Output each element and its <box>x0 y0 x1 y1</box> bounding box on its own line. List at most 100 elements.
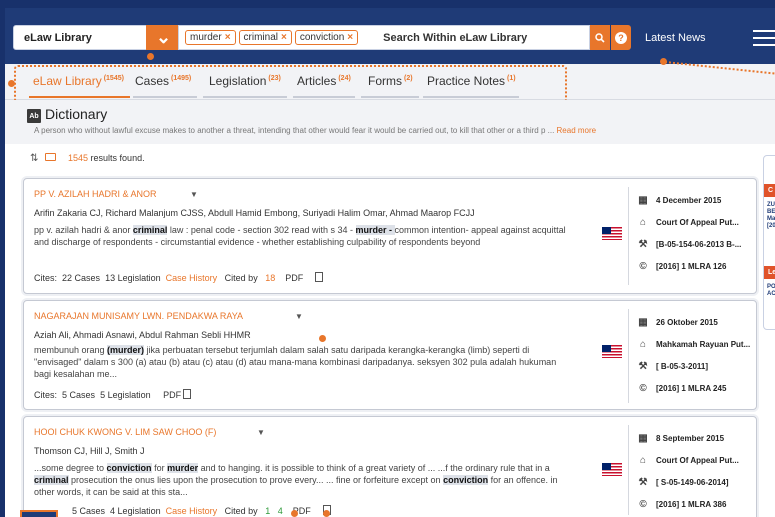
search-input[interactable]: murder × criminal × conviction × Search Wit… <box>178 25 590 50</box>
dictionary-definition: A person who without lawful excuse makes… <box>34 126 597 135</box>
divider <box>628 425 629 515</box>
case-court: Court Of Appeal Put... <box>656 455 739 465</box>
annotation-dot <box>147 53 154 60</box>
search-chip-criminal[interactable]: criminal × <box>238 30 292 45</box>
case-snippet: ...some degree to conviction for murder … <box>34 463 558 497</box>
case-meta: ▦ 4 December 2015 ⌂ Court Of Appeal Put...… <box>636 189 756 277</box>
case-date: 4 December 2015 <box>656 195 722 205</box>
cited-by-count[interactable]: 4 <box>278 506 283 516</box>
result-card[interactable]: HOOI CHUK KWONG V. LIM SAW CHOO (F) ▼ Th… <box>23 416 757 517</box>
annotation-dot <box>291 510 298 517</box>
cited-by-label: Cited by <box>224 506 258 516</box>
case-title-link[interactable]: NAGARAJAN MUNISAMY LWN. PENDAKWA RAYA <box>34 311 243 321</box>
gavel-icon: ⚒ <box>638 360 648 372</box>
cites-legislation-link[interactable]: 5 Legislation <box>100 390 151 400</box>
cited-by-label: Cited by <box>224 273 258 283</box>
cited-by-count[interactable]: 18 <box>265 273 275 283</box>
results-count: 1545 results found. <box>68 153 145 163</box>
case-snippet: membunuh orang (murder) jika perbuatan t… <box>34 345 557 379</box>
hamburger-menu-icon[interactable] <box>753 30 775 46</box>
case-citation: [2016] 1 MLRA 386 <box>656 499 727 509</box>
calendar-icon: ▦ <box>638 432 648 444</box>
cites-cases-link[interactable]: 22 Cases <box>62 273 100 283</box>
annotation-dot <box>8 80 15 87</box>
folder-icon[interactable] <box>45 153 56 161</box>
library-select-label: eLaw Library <box>24 32 92 44</box>
case-title-link[interactable]: HOOI CHUK KWONG V. LIM SAW CHOO (F) <box>34 427 216 437</box>
dictionary-title: Dictionary <box>45 106 108 122</box>
help-button[interactable]: ? <box>611 25 631 50</box>
annotation-box <box>20 510 58 517</box>
case-number: [ B-05-3-2011] <box>656 361 709 371</box>
cites-cases-link[interactable]: 5 Cases <box>72 506 105 516</box>
citation-icon: © <box>639 498 647 510</box>
help-icon: ? <box>615 31 627 44</box>
flag-icon <box>602 345 622 358</box>
court-icon: ⌂ <box>639 216 647 228</box>
search-chip-murder[interactable]: murder × <box>185 30 236 45</box>
page: eLaw Library ⌄ murder × criminal × convict… <box>5 8 775 517</box>
case-judges: Aziah Ali, Ahmadi Asnawi, Abdul Rahman S… <box>34 330 251 340</box>
pdf-icon[interactable] <box>183 389 192 399</box>
divider <box>628 309 629 403</box>
annotation-dot <box>323 510 330 517</box>
gavel-icon: ⚒ <box>638 238 648 250</box>
flag-icon <box>602 227 622 240</box>
close-icon[interactable]: × <box>347 32 353 43</box>
case-number: [B-05-154-06-2013 B-... <box>656 239 742 249</box>
case-meta: ▦ 8 September 2015 ⌂ Court Of Appeal Put..… <box>636 427 756 515</box>
case-history-link[interactable]: Case History <box>166 506 218 516</box>
case-title-link[interactable]: PP V. AZILAH HADRI & ANOR <box>34 189 157 199</box>
side-panel-header: Le <box>764 266 775 279</box>
top-bar: eLaw Library ⌄ murder × criminal × convict… <box>5 8 775 64</box>
case-citation: [2016] 1 MLRA 245 <box>656 383 727 393</box>
case-meta: ▦ 26 Oktober 2015 ⌂ Mahkamah Rayuan Put...… <box>636 311 756 399</box>
flag-icon <box>602 463 622 476</box>
chevron-down-icon[interactable]: ⌄ <box>146 25 181 50</box>
latest-news-link[interactable]: Latest News <box>645 32 706 44</box>
citation-icon: © <box>639 382 647 394</box>
court-icon: ⌂ <box>639 338 647 350</box>
case-cites-row: Cites: 22 Cases 13 Legislation Case Hist… <box>34 272 324 283</box>
case-court: Mahkamah Rayuan Put... <box>656 339 751 349</box>
search-placeholder: Search Within eLaw Library <box>383 31 528 44</box>
search-chip-conviction[interactable]: conviction × <box>294 30 359 45</box>
caret-down-icon[interactable]: ▼ <box>257 428 265 437</box>
caret-down-icon[interactable]: ▼ <box>190 190 198 199</box>
case-date: 26 Oktober 2015 <box>656 317 718 327</box>
close-icon[interactable]: × <box>281 32 287 43</box>
side-panel-text: ZU BE Ma [20 <box>767 202 775 229</box>
sort-icon[interactable]: ⇅ <box>30 153 38 164</box>
gavel-icon: ⚒ <box>638 476 648 488</box>
cites-cases-link[interactable]: 5 Cases <box>62 390 95 400</box>
pdf-label: PDF <box>285 273 304 283</box>
side-panel-text: PO AC <box>767 284 775 297</box>
pdf-icon[interactable] <box>315 272 324 282</box>
case-history-link[interactable]: Case History <box>166 273 218 283</box>
caret-down-icon[interactable]: ▼ <box>295 312 303 321</box>
pdf-label: PDF <box>163 390 182 400</box>
citation-icon: © <box>639 260 647 272</box>
case-snippet: pp v. azilah hadri & anor criminal law :… <box>34 225 566 247</box>
case-date: 8 September 2015 <box>656 433 725 443</box>
case-citation: [2016] 1 MLRA 126 <box>656 261 727 271</box>
close-icon[interactable]: × <box>225 32 231 43</box>
dictionary-panel: Ab Dictionary A person who without lawfu… <box>5 100 775 144</box>
result-card[interactable]: PP V. AZILAH HADRI & ANOR ▼ Arifin Zakar… <box>23 178 757 294</box>
side-panel-header: C <box>764 184 775 197</box>
case-court: Court Of Appeal Put... <box>656 217 739 227</box>
cited-by-count[interactable]: 1 <box>265 506 270 516</box>
search-icon <box>595 32 605 43</box>
dictionary-icon: Ab <box>27 109 41 123</box>
read-more-link[interactable]: Read more <box>557 126 597 135</box>
case-cites-row: Cites: 5 Cases 5 Legislation PDF <box>34 389 192 400</box>
search-button[interactable] <box>590 25 610 50</box>
court-icon: ⌂ <box>639 454 647 466</box>
cites-legislation-link[interactable]: 13 Legislation <box>105 273 161 283</box>
result-card[interactable]: NAGARAJAN MUNISAMY LWN. PENDAKWA RAYA ▼ … <box>23 300 757 410</box>
tabs-highlight-annotation <box>14 65 567 103</box>
calendar-icon: ▦ <box>638 194 648 206</box>
side-panel[interactable]: C ZU BE Ma [20 Le PO AC <box>763 155 775 330</box>
cites-legislation-link[interactable]: 4 Legislation <box>110 506 161 516</box>
annotation-dot <box>319 335 326 342</box>
